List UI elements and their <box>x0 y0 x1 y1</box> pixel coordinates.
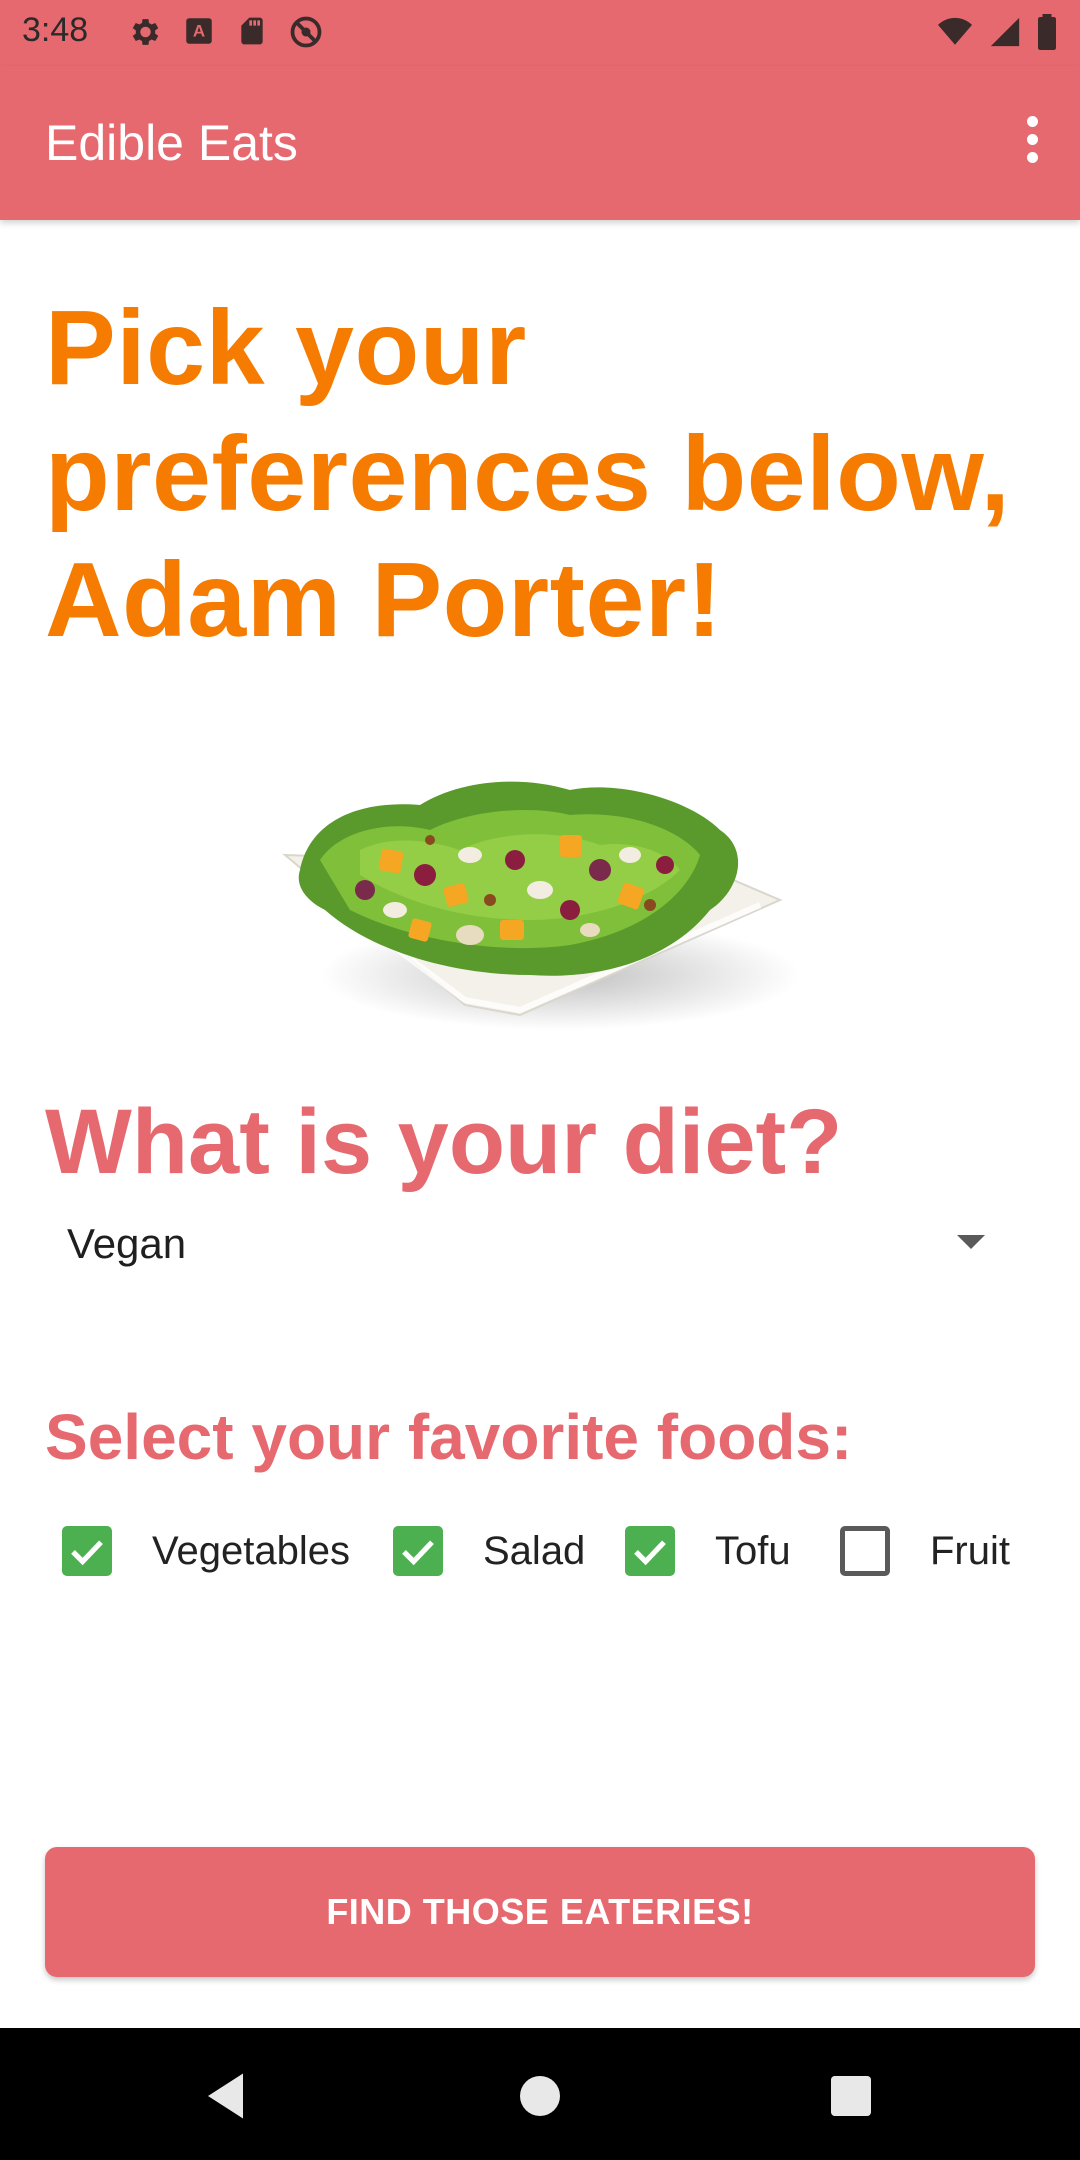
svg-text:A: A <box>193 22 205 41</box>
status-bar: 3:48 A <box>0 0 1080 66</box>
find-eateries-label: FIND THOSE EATERIES! <box>326 1891 754 1932</box>
checkbox-label: Vegetables <box>152 1528 350 1573</box>
checkbox-vegetables[interactable]: Vegetables <box>62 1520 350 1582</box>
foods-question: Select your favorite foods: <box>45 1401 853 1473</box>
checkbox-unchecked-icon <box>840 1526 890 1576</box>
wifi-icon <box>936 15 974 54</box>
text-a-icon: A <box>182 14 216 55</box>
more-vert-icon[interactable] <box>1020 116 1044 172</box>
back-icon[interactable] <box>198 2066 258 2126</box>
app-title: Edible Eats <box>45 115 298 171</box>
diet-dropdown[interactable]: Vegan <box>45 1210 1005 1280</box>
system-nav-bar <box>0 2028 1080 2160</box>
find-eateries-button[interactable]: FIND THOSE EATERIES! <box>45 1847 1035 1977</box>
checkbox-checked-icon <box>62 1526 112 1576</box>
app-bar: Edible Eats <box>0 66 1080 220</box>
checkbox-label: Fruit <box>930 1528 1010 1573</box>
diet-selected-value: Vegan <box>67 1220 187 1267</box>
sd-card-icon <box>236 14 268 55</box>
battery-icon <box>1036 14 1058 55</box>
status-time: 3:48 <box>22 11 89 49</box>
status-icons-left: A <box>126 14 324 55</box>
checkbox-label: Salad <box>483 1528 586 1573</box>
checkbox-fruit[interactable]: Fruit <box>840 1520 1010 1582</box>
checkbox-salad[interactable]: Salad <box>393 1520 585 1582</box>
checkbox-label: Tofu <box>715 1528 791 1573</box>
checkbox-tofu[interactable]: Tofu <box>625 1520 791 1582</box>
home-icon[interactable] <box>510 2066 570 2126</box>
page-headline: Pick your preferences below, Adam Porter… <box>45 289 1011 659</box>
checkbox-checked-icon <box>625 1526 675 1576</box>
salad-image <box>270 760 810 1060</box>
checkbox-checked-icon <box>393 1526 443 1576</box>
diet-question: What is your diet? <box>45 1091 843 1193</box>
status-icons-right <box>936 14 1058 55</box>
no-sync-icon <box>288 14 324 55</box>
signal-icon <box>988 15 1022 54</box>
recents-icon[interactable] <box>821 2066 881 2126</box>
gear-icon <box>126 14 162 55</box>
chevron-down-icon <box>957 1235 985 1249</box>
